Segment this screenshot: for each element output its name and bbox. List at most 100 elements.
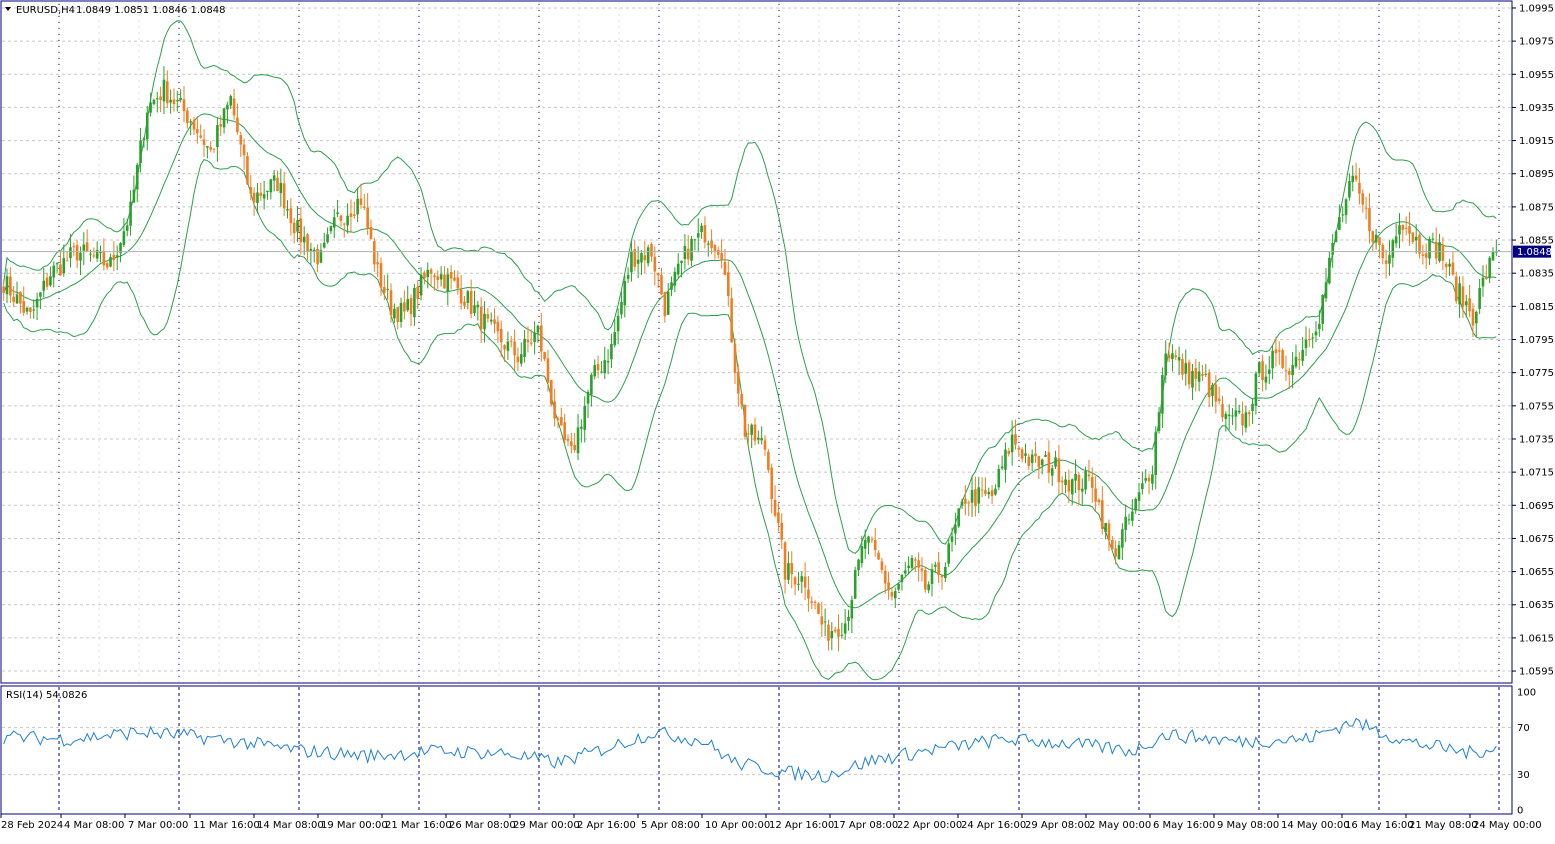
candle-body <box>1217 398 1221 402</box>
candle-body <box>1401 224 1405 230</box>
candle-body <box>1388 255 1391 264</box>
candle-body <box>970 490 974 503</box>
time-tick-label: 2 May 00:00 <box>1089 820 1151 831</box>
candle-body <box>913 559 917 561</box>
candle-body <box>142 138 146 141</box>
candle-body <box>1054 457 1057 467</box>
candle-body <box>1177 357 1181 361</box>
candle-body <box>827 624 830 641</box>
candle-body <box>960 501 964 506</box>
candle[interactable] <box>853 566 857 599</box>
candle-body <box>52 265 56 278</box>
candle-body <box>199 135 202 138</box>
candle-body <box>770 467 774 499</box>
trading-chart-window[interactable]: 1.0995 1.0975 1.0955 1.0935 1.0915 1.0895 1.08… <box>0 0 1555 840</box>
candle-body <box>145 112 149 140</box>
candle-body <box>1464 301 1468 306</box>
rsi-panel[interactable] <box>0 685 1513 815</box>
candle-body <box>373 241 376 265</box>
candle-body <box>1261 361 1264 381</box>
candle-body <box>366 207 369 229</box>
price-tick-label: 1.0675 <box>1519 534 1554 545</box>
price-tick-label: 1.0915 <box>1519 136 1554 147</box>
candle-body <box>747 433 750 435</box>
candle-body <box>85 242 89 252</box>
time-tick-label: 2 Apr 16:00 <box>577 820 636 831</box>
candle-body <box>282 183 286 209</box>
candle-body <box>1107 523 1111 541</box>
candle-body <box>563 422 566 441</box>
candle-body <box>1204 373 1208 375</box>
candle-body <box>780 522 784 540</box>
candle-body <box>944 566 947 579</box>
candle-body <box>1034 453 1037 457</box>
candle-body <box>446 274 450 292</box>
candle-body <box>710 240 713 249</box>
candle-body <box>22 301 26 313</box>
candle-body <box>1114 548 1117 557</box>
candle-body <box>1077 474 1081 491</box>
candle[interactable] <box>767 449 770 473</box>
candle-body <box>1458 283 1461 305</box>
candle-body <box>1314 331 1318 336</box>
rsi-tick-label: 100 <box>1517 688 1536 699</box>
candle-body <box>169 99 172 103</box>
candle-body <box>1421 254 1425 256</box>
candle-body <box>1478 288 1481 309</box>
candle-body <box>9 276 12 296</box>
candle-body <box>459 289 463 304</box>
candle[interactable] <box>924 567 927 593</box>
time-tick-label: 26 Mar 08:00 <box>449 820 516 831</box>
candle-body <box>927 584 930 591</box>
candle[interactable] <box>550 379 553 407</box>
candle-body <box>1294 356 1298 367</box>
candle-body <box>406 299 410 311</box>
candle[interactable] <box>817 602 820 615</box>
candle-body <box>1010 434 1014 453</box>
candle-body <box>773 499 777 516</box>
candle-body <box>1214 384 1218 402</box>
candle-body <box>1151 474 1154 484</box>
candle-body <box>506 341 510 351</box>
candle-body <box>1471 308 1475 326</box>
candle-body <box>900 574 904 583</box>
candle-body <box>640 253 643 263</box>
candle-body <box>1134 498 1137 511</box>
candle-body <box>733 343 737 373</box>
candle-body <box>1491 251 1495 261</box>
candle-body <box>1141 483 1144 490</box>
price-tick-label: 1.0655 <box>1519 567 1554 578</box>
candle-body <box>439 274 443 280</box>
candle-body <box>359 198 363 205</box>
candle-body <box>850 599 854 619</box>
chart-svg[interactable]: 1.0995 1.0975 1.0955 1.0935 1.0915 1.0895 1.08… <box>0 0 1555 840</box>
candle[interactable] <box>1281 348 1284 370</box>
candle-body <box>566 439 570 441</box>
candle-body <box>553 401 556 419</box>
candle-body <box>539 325 543 352</box>
candle-body <box>55 263 59 265</box>
candle-body <box>1057 458 1061 483</box>
candle-body <box>870 539 874 541</box>
candle[interactable] <box>1334 229 1338 243</box>
candle-body <box>997 469 1001 488</box>
candle-body <box>646 247 650 264</box>
candle-body <box>179 98 182 100</box>
candle-body <box>1074 473 1077 481</box>
candle-body <box>1271 350 1274 369</box>
candle-body <box>994 488 997 495</box>
candle-body <box>1411 232 1415 243</box>
candle[interactable] <box>743 404 747 440</box>
candle-body <box>676 263 680 275</box>
candle-body <box>129 201 132 226</box>
candle-body <box>62 258 66 274</box>
candle[interactable] <box>957 508 961 528</box>
candle-body <box>32 309 36 311</box>
candle[interactable] <box>246 152 249 186</box>
candle-body <box>176 100 179 102</box>
candle-body <box>550 380 553 405</box>
candle-body <box>72 246 76 248</box>
candle[interactable] <box>646 244 650 267</box>
candle-body <box>560 417 563 426</box>
candle-body <box>69 247 72 259</box>
